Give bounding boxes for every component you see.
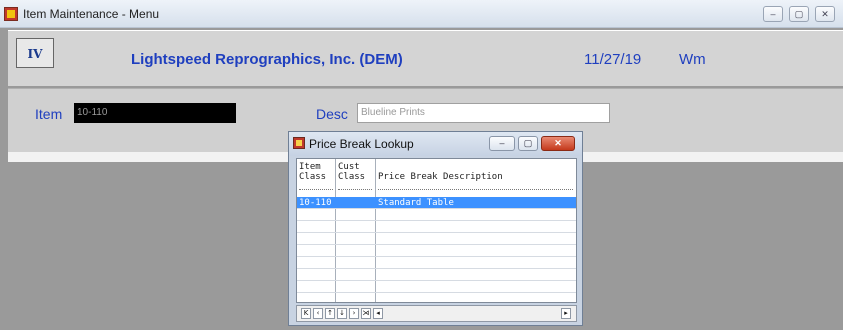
app-icon: [4, 7, 18, 21]
header-cust-class-line2: Class: [338, 172, 366, 182]
scroll-right-icon[interactable]: ▸: [561, 308, 571, 319]
table-row[interactable]: [297, 269, 576, 281]
close-icon[interactable]: ✕: [815, 6, 835, 22]
sage-iv-logo: IV: [16, 38, 54, 68]
desc-label: Desc: [316, 106, 348, 122]
cell-item-class: 10-110: [299, 198, 332, 208]
previous-page-icon[interactable]: ‹: [313, 308, 323, 319]
desc-field[interactable]: Blueline Prints: [357, 103, 610, 123]
table-row[interactable]: [297, 221, 576, 233]
header-underline: [378, 189, 573, 191]
item-field[interactable]: 10-110: [74, 103, 236, 123]
session-date: 11/27/19: [584, 51, 642, 68]
header-item-class-line2: Class: [299, 172, 327, 182]
previous-record-icon[interactable]: ↑: [325, 308, 335, 319]
first-record-icon[interactable]: K: [301, 308, 311, 319]
header-description-line2: Price Break Description: [378, 172, 503, 182]
maximize-icon[interactable]: ▢: [789, 6, 809, 22]
minimize-icon[interactable]: –: [763, 6, 783, 22]
table-row[interactable]: [297, 293, 576, 302]
item-label: Item: [35, 106, 63, 122]
table-row[interactable]: [297, 209, 576, 221]
last-record-icon[interactable]: ⋊: [361, 308, 371, 319]
cell-description: Standard Table: [378, 198, 454, 208]
header-underline: [338, 189, 372, 191]
header-description-line1: [378, 162, 503, 172]
window-titlebar: Item Maintenance - Menu – ▢ ✕: [0, 0, 843, 28]
scroll-left-icon[interactable]: ◂: [373, 308, 383, 319]
header-item-class[interactable]: Item Class: [299, 162, 326, 182]
dialog-minimize-icon[interactable]: –: [489, 136, 515, 151]
table-row[interactable]: [297, 257, 576, 269]
table-row[interactable]: [297, 245, 576, 257]
header-description[interactable]: Price Break Description: [378, 162, 503, 182]
grid-icon: [293, 137, 305, 149]
record-navigation-bar: K ‹ ↑ ↓ › ⋊ ◂ ▸: [296, 305, 577, 322]
user-initials: Wm: [679, 51, 706, 68]
next-page-icon[interactable]: ›: [349, 308, 359, 319]
dialog-close-icon[interactable]: ✕: [541, 136, 575, 151]
header-underline: [299, 189, 333, 191]
header-item-class-line1: Item: [299, 162, 321, 172]
table-row[interactable]: [297, 233, 576, 245]
dialog-titlebar: Price Break Lookup – ▢ ✕: [289, 132, 582, 156]
table-row-selected[interactable]: 10-110 Standard Table: [297, 197, 576, 209]
dialog-maximize-icon[interactable]: ▢: [518, 136, 538, 151]
company-name: Lightspeed Reprographics, Inc. (DEM): [131, 51, 403, 68]
table-row[interactable]: [297, 281, 576, 293]
price-break-lookup-dialog: Price Break Lookup – ▢ ✕ Item Class Cust…: [288, 131, 583, 326]
next-record-icon[interactable]: ↓: [337, 308, 347, 319]
lookup-grid[interactable]: Item Class Cust Class Price Break Descri…: [296, 158, 577, 303]
header-cust-class-line1: Cust: [338, 162, 360, 172]
dialog-title: Price Break Lookup: [309, 137, 414, 151]
window-title: Item Maintenance - Menu: [23, 7, 160, 21]
header-cust-class[interactable]: Cust Class: [338, 162, 365, 182]
